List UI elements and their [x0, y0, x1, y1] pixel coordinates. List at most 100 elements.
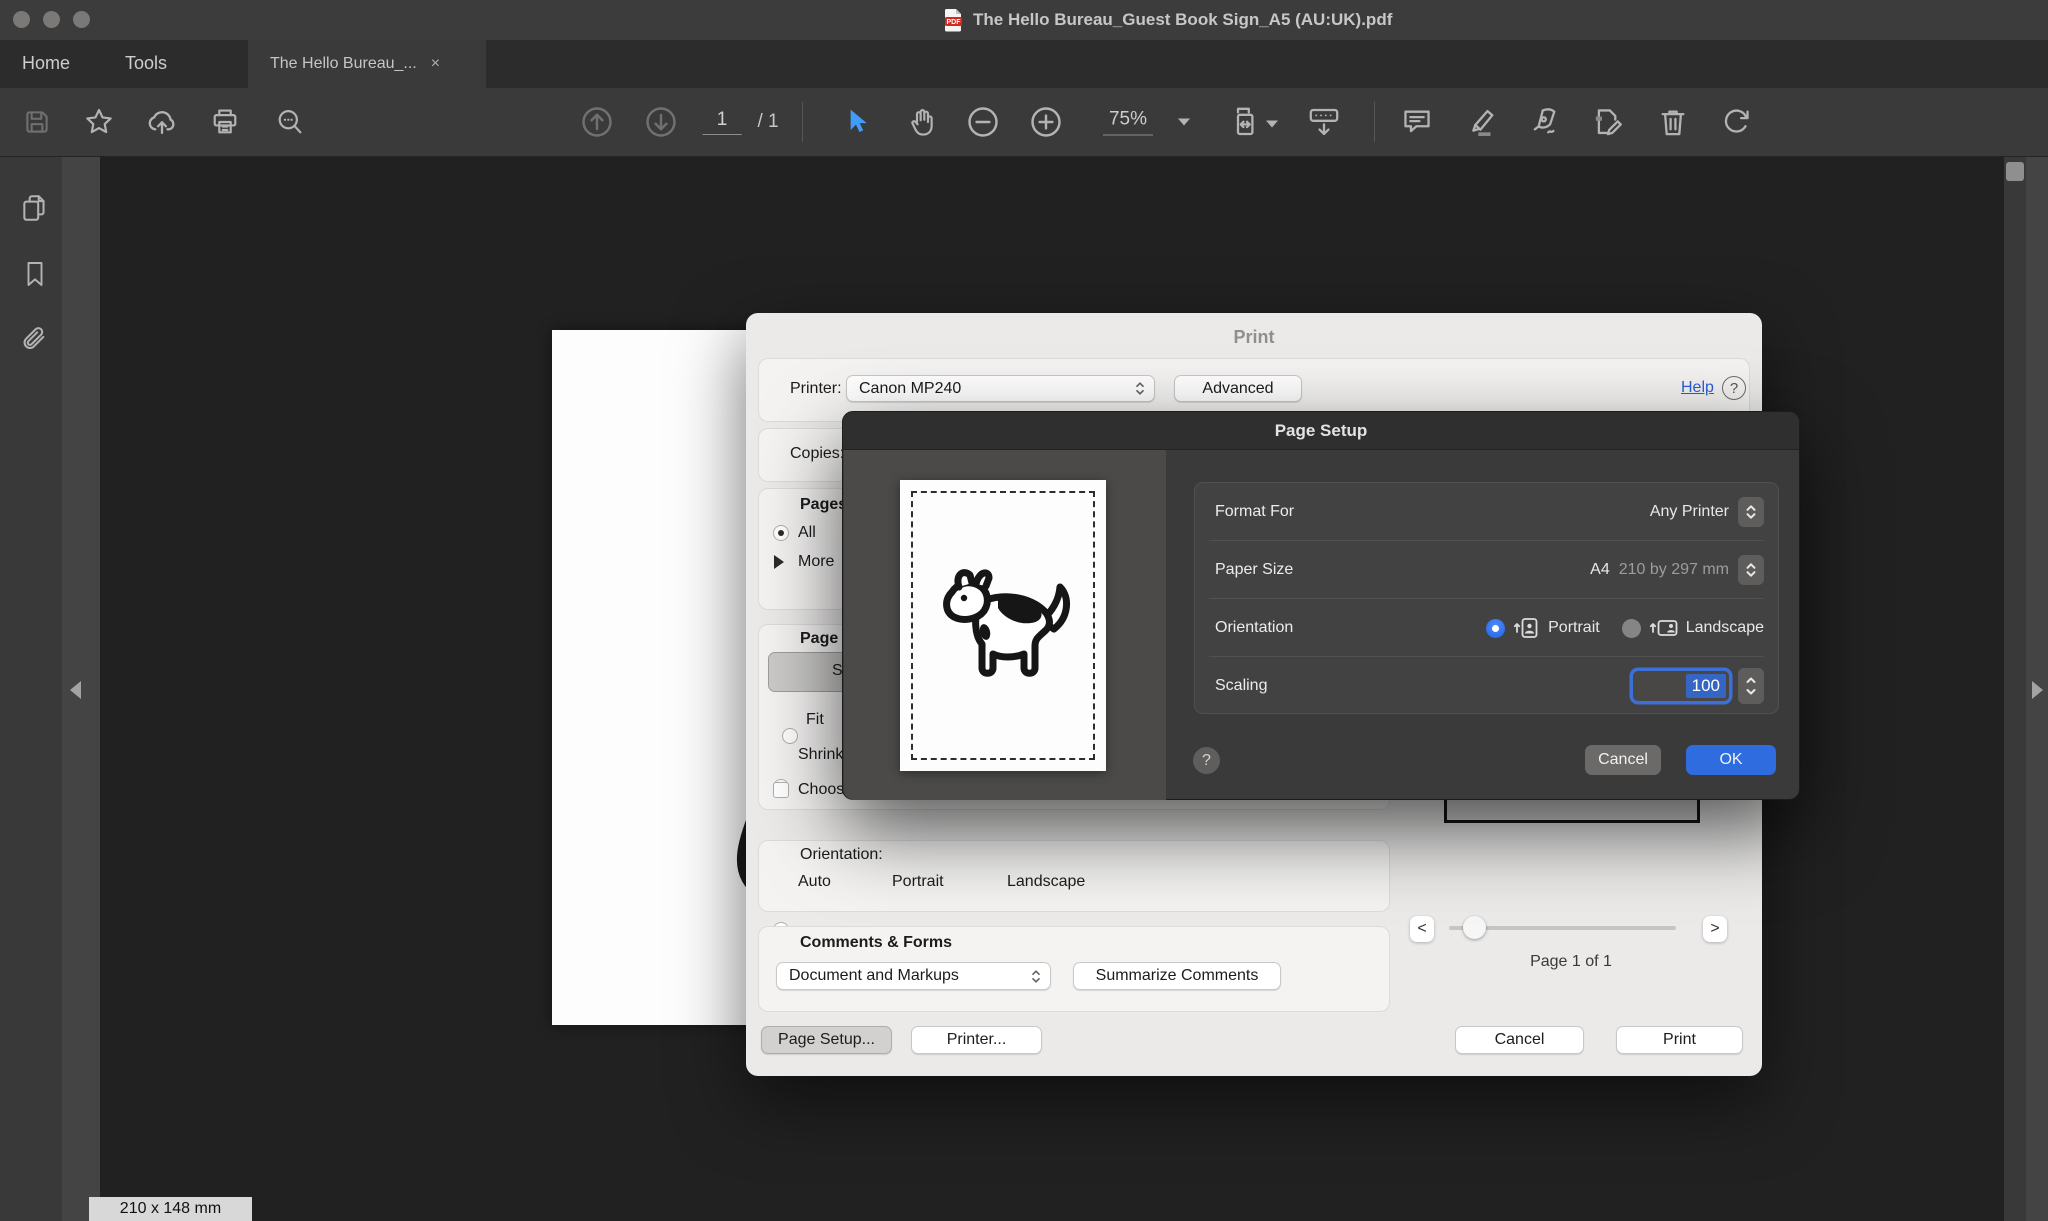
tabbar: Home Tools The Hello Bureau_... ×	[0, 40, 2048, 88]
zoom-dropdown-icon[interactable]	[1178, 119, 1190, 126]
zoom-level-value[interactable]: 75%	[1103, 109, 1153, 136]
attachments-panel-icon[interactable]	[19, 324, 51, 356]
page-status: Page 1 of 1	[1446, 953, 1696, 971]
pages-all-label: All	[798, 524, 816, 542]
collapse-left-icon[interactable]	[70, 681, 81, 699]
page-down-icon[interactable]	[643, 104, 679, 140]
panel-collapse-strip[interactable]	[62, 157, 100, 1221]
close-window-button[interactable]	[13, 11, 30, 28]
tab-tools[interactable]: Tools	[125, 53, 167, 74]
scaling-input[interactable]: 100	[1633, 671, 1729, 701]
print-cancel-button[interactable]: Cancel	[1455, 1026, 1584, 1054]
shrink-label: Shrink	[798, 746, 843, 764]
tab-home[interactable]: Home	[22, 53, 70, 74]
edit-pdf-icon[interactable]	[1591, 105, 1625, 139]
portrait-label: Portrait	[892, 873, 944, 891]
scaling-stepper[interactable]	[1738, 668, 1764, 704]
toolbar-collapse-icon[interactable]	[1306, 104, 1342, 140]
page-setup-button[interactable]: Page Setup...	[761, 1026, 892, 1054]
advanced-button[interactable]: Advanced	[1174, 375, 1302, 402]
scaling-label: Scaling	[1215, 677, 1267, 695]
printer-label: Printer:	[790, 380, 842, 398]
highlight-icon[interactable]	[1465, 105, 1499, 139]
fit-width-icon[interactable]	[1232, 104, 1268, 140]
trash-icon[interactable]	[1656, 105, 1690, 139]
page-setup-ok-button[interactable]: OK	[1686, 745, 1776, 775]
format-for-stepper[interactable]	[1738, 497, 1764, 527]
preview-slider-knob[interactable]	[1463, 916, 1486, 939]
page-setup-preview-pane	[844, 450, 1166, 800]
tab-close-icon[interactable]: ×	[431, 55, 440, 73]
zoom-in-icon[interactable]	[1028, 104, 1064, 140]
pages-all-radio[interactable]	[773, 525, 789, 541]
stepper-icon	[1134, 380, 1146, 397]
page-setup-titlebar[interactable]: Page Setup	[843, 412, 1799, 450]
pages-panel-icon[interactable]	[19, 192, 51, 224]
orientation-row: Orientation Portrait Landscape	[1195, 599, 1778, 657]
print-confirm-button[interactable]: Print	[1616, 1026, 1743, 1054]
more-label: More	[798, 553, 834, 571]
zoom-out-icon[interactable]	[965, 104, 1001, 140]
print-icon[interactable]	[209, 106, 241, 138]
expand-right-icon[interactable]	[2032, 681, 2043, 699]
paper-size-label: Paper Size	[1215, 561, 1293, 579]
page-number-input[interactable]: 1	[703, 109, 742, 135]
scaling-row: Scaling 100	[1195, 657, 1778, 715]
bookmarks-panel-icon[interactable]	[20, 259, 50, 289]
printer-select[interactable]: Canon MP240	[846, 375, 1155, 402]
minimize-window-button[interactable]	[43, 11, 60, 28]
portrait-radio-dark[interactable]	[1486, 619, 1505, 638]
fit-radio[interactable]	[782, 728, 798, 744]
sign-icon[interactable]	[1527, 105, 1561, 139]
page-setup-help-button[interactable]: ?	[1193, 747, 1220, 774]
toolbar-separator	[802, 102, 803, 142]
page-up-icon[interactable]	[579, 104, 615, 140]
help-question-icon[interactable]: ?	[1722, 376, 1746, 400]
pointer-tool-icon[interactable]	[841, 107, 871, 137]
cloud-upload-icon[interactable]	[145, 105, 179, 139]
comment-icon[interactable]	[1400, 105, 1434, 139]
rotate-icon[interactable]	[1719, 105, 1753, 139]
orientation-heading: Orientation:	[800, 846, 883, 864]
scrollbar-thumb[interactable]	[2006, 162, 2024, 181]
fit-dropdown-icon[interactable]	[1266, 121, 1278, 128]
search-icon[interactable]	[274, 106, 306, 138]
next-page-button[interactable]: >	[1703, 916, 1727, 942]
landscape-radio-dark[interactable]	[1622, 619, 1641, 638]
copies-label: Copies:	[790, 445, 844, 463]
zoom-window-button[interactable]	[73, 11, 90, 28]
right-panel-strip[interactable]	[2026, 157, 2048, 1221]
prev-page-button[interactable]: <	[1410, 916, 1434, 942]
printer-select-value: Canon MP240	[859, 380, 1134, 398]
tab-document[interactable]: The Hello Bureau_... ×	[248, 40, 486, 88]
pdf-file-icon: PDF	[944, 8, 963, 32]
window-title-group: PDF The Hello Bureau_Guest Book Sign_A5 …	[944, 0, 1392, 40]
svg-text:PDF: PDF	[947, 19, 962, 26]
page-setup-cancel-button[interactable]: Cancel	[1585, 745, 1661, 775]
paper-size-stepper[interactable]	[1738, 555, 1764, 585]
orientation-label: Orientation	[1215, 619, 1293, 637]
save-icon[interactable]	[22, 107, 52, 137]
hand-tool-icon[interactable]	[905, 106, 937, 138]
page-setup-dialog: Page Setup Format For	[842, 411, 1800, 800]
page-total-label: / 1	[757, 111, 778, 133]
fit-label: Fit	[806, 711, 824, 729]
paper-size-dimensions: 210 by 297 mm	[1619, 561, 1729, 579]
format-for-row: Format For Any Printer	[1195, 483, 1778, 541]
comments-select[interactable]: Document and Markups	[776, 962, 1051, 990]
window-title: The Hello Bureau_Guest Book Sign_A5 (AU:…	[973, 10, 1392, 30]
portrait-value-label: Portrait	[1548, 619, 1600, 637]
auto-label: Auto	[798, 873, 831, 891]
star-icon[interactable]	[83, 106, 115, 138]
choose-label: Choos	[798, 781, 844, 799]
more-disclosure-icon[interactable]	[774, 555, 784, 569]
help-link[interactable]: Help	[1681, 379, 1714, 397]
choose-checkbox[interactable]	[773, 782, 789, 798]
format-for-label: Format For	[1215, 503, 1294, 521]
summarize-comments-button[interactable]: Summarize Comments	[1073, 962, 1281, 990]
printer-button[interactable]: Printer...	[911, 1026, 1042, 1054]
vertical-scrollbar[interactable]	[2004, 157, 2026, 1221]
page-size-badge: 210 x 148 mm	[89, 1197, 252, 1221]
landscape-value-label: Landscape	[1686, 619, 1764, 637]
page-setup-title: Page Setup	[1275, 421, 1368, 441]
